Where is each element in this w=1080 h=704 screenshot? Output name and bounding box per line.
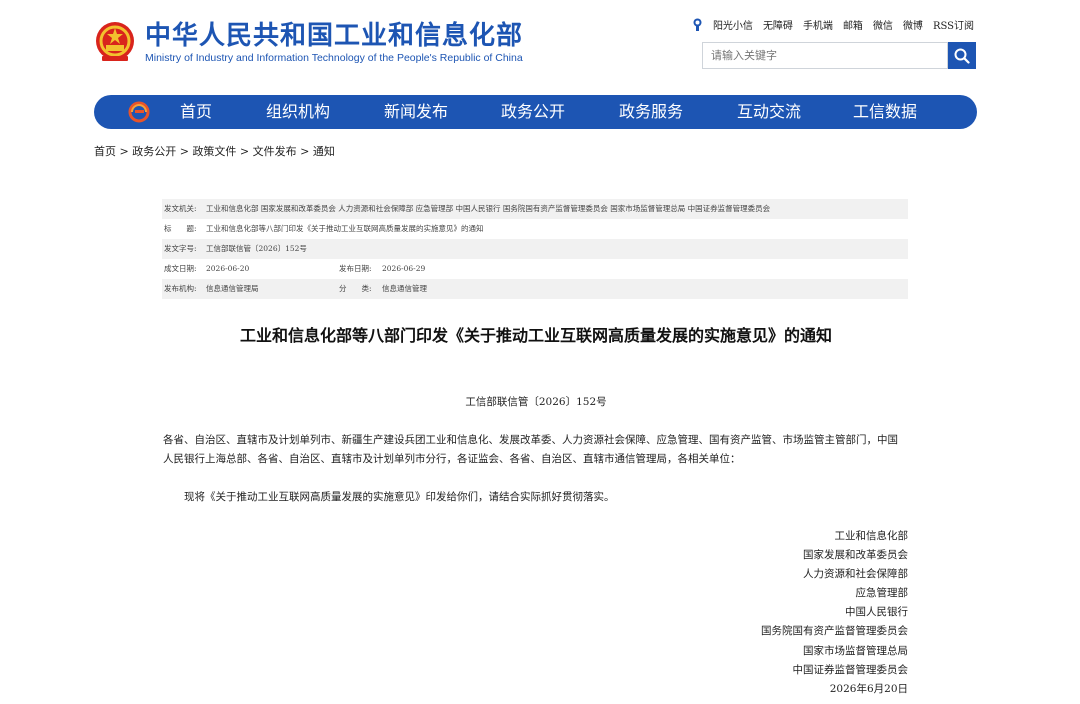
- link-accessibility[interactable]: 无障碍: [763, 17, 793, 32]
- meta-published-label: 发布日期:: [339, 264, 372, 273]
- meta-org-label: 发布机构:: [164, 284, 197, 293]
- signatory: 中国证券监督管理委员会: [792, 664, 909, 676]
- breadcrumb-policy[interactable]: 政策文件: [192, 145, 236, 158]
- nav-item-interaction[interactable]: 互动交流: [737, 95, 801, 129]
- signatory: 工业和信息化部: [834, 530, 909, 542]
- article-body: 现将《关于推动工业互联网高质量发展的实施意见》印发给你们，请结合实际抓好贯彻落实…: [184, 491, 615, 503]
- meta-subject: 工业和信息化部等八部门印发《关于推动工业互联网高质量发展的实施意见》的通知: [206, 224, 484, 233]
- nav-item-gov-open[interactable]: 政务公开: [501, 95, 565, 129]
- search-button[interactable]: [948, 42, 976, 69]
- meta-docno: 工信部联信管〔2026〕152号: [206, 244, 307, 253]
- link-weibo[interactable]: 微博: [903, 17, 923, 32]
- meta-org-row: 发布机构: 信息通信管理局 分 类: 信息通信管理: [162, 279, 908, 299]
- top-links: 阳光小信 无障碍 手机端 邮箱 微信 微博 RSS订阅: [692, 17, 974, 32]
- site-subtitle: Ministry of Industry and Information Tec…: [145, 52, 523, 64]
- link-rss[interactable]: RSS订阅: [933, 17, 974, 32]
- breadcrumb-release[interactable]: 文件发布: [253, 145, 297, 158]
- link-mobile[interactable]: 手机端: [803, 17, 833, 32]
- nav-item-organization[interactable]: 组织机构: [266, 95, 330, 129]
- signatory: 国家发展和改革委员会: [803, 549, 908, 561]
- signatory: 国家市场监督管理总局: [803, 645, 908, 657]
- meta-created: 2026-06-20: [206, 264, 250, 273]
- signatory: 国务院国有资产监督管理委员会: [761, 625, 908, 637]
- ministry-logo-icon: [128, 101, 150, 123]
- nav-item-gov-service[interactable]: 政务服务: [619, 95, 683, 129]
- meta-docno-label: 发文字号:: [164, 244, 197, 253]
- article-date: 2026年6月20日: [829, 683, 908, 695]
- meta-subject-label: 标 题:: [164, 224, 197, 233]
- article-docno: 工信部联信管〔2026〕152号: [465, 396, 607, 408]
- meta-issuer-row: 发文机关: 工业和信息化部 国家发展和改革委员会 人力资源和社会保障部 应急管理…: [162, 199, 908, 219]
- meta-docno-row: 发文字号: 工信部联信管〔2026〕152号: [162, 239, 908, 259]
- signatory: 应急管理部: [855, 587, 909, 599]
- breadcrumb-home[interactable]: 首页: [94, 145, 116, 158]
- nav-item-home[interactable]: 首页: [180, 95, 212, 129]
- meta-issuer-label: 发文机关:: [164, 204, 197, 213]
- search-input[interactable]: [703, 43, 949, 68]
- meta-category-label: 分 类:: [339, 284, 372, 293]
- breadcrumb-notice[interactable]: 通知: [313, 145, 335, 158]
- search-icon: [954, 48, 970, 64]
- link-mailbox[interactable]: 邮箱: [843, 17, 863, 32]
- signatory: 人力资源和社会保障部: [803, 568, 908, 580]
- national-emblem-icon: [96, 22, 134, 61]
- meta-created-label: 成文日期:: [164, 264, 197, 273]
- breadcrumb-gov-open[interactable]: 政务公开: [132, 145, 176, 158]
- meta-category: 信息通信管理: [382, 284, 427, 293]
- article-title: 工业和信息化部等八部门印发《关于推动工业互联网高质量发展的实施意见》的通知: [239, 326, 832, 345]
- meta-published: 2026-06-29: [382, 264, 426, 273]
- site-title: 中华人民共和国工业和信息化部: [145, 21, 524, 51]
- search-box: [702, 42, 949, 69]
- sunshine-mascot-icon: [693, 18, 702, 31]
- link-wechat[interactable]: 微信: [873, 17, 893, 32]
- meta-issuer: 工业和信息化部 国家发展和改革委员会 人力资源和社会保障部 应急管理部 中国人民…: [206, 204, 771, 213]
- meta-subject-row: 标 题: 工业和信息化部等八部门印发《关于推动工业互联网高质量发展的实施意见》的…: [162, 219, 908, 239]
- meta-date-row: 成文日期: 2026-06-20 发布日期: 2026-06-29: [162, 259, 908, 279]
- breadcrumb: 首页 > 政务公开 > 政策文件 > 文件发布 > 通知: [94, 145, 335, 158]
- link-sunshine[interactable]: 阳光小信: [713, 17, 753, 32]
- nav-item-data[interactable]: 工信数据: [853, 95, 917, 129]
- signatory: 中国人民银行: [845, 606, 908, 618]
- article-addressees: 各省、自治区、直辖市及计划单列市、新疆生产建设兵团工业和信息化、发展改革委、人力…: [163, 434, 898, 465]
- meta-org: 信息通信管理局: [206, 284, 259, 293]
- nav-item-news[interactable]: 新闻发布: [384, 95, 448, 129]
